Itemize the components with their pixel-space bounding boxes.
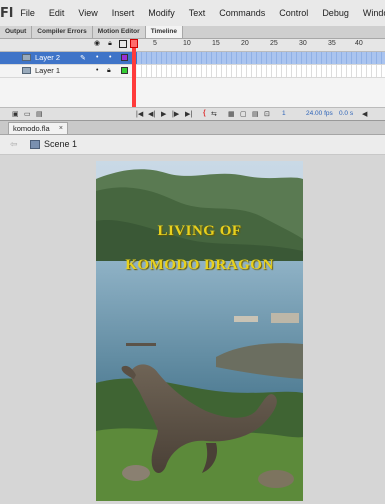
menu-edit[interactable]: Edit [42, 8, 72, 18]
ruler-label: 15 [212, 40, 220, 47]
edit-multiple-frames-icon[interactable]: ▤ [252, 110, 259, 118]
tab-motion-editor[interactable]: Motion Editor [92, 26, 146, 38]
ruler-label: 10 [183, 40, 191, 47]
timeline-panel: ◉ 🔒︎ 1 5 10 15 20 25 30 35 40 Layer 2 ✎ … [0, 39, 385, 121]
menu-window[interactable]: Window [356, 8, 385, 18]
lock-icon[interactable]: 🔒︎ [107, 67, 111, 75]
close-icon[interactable]: × [59, 123, 63, 135]
menu-insert[interactable]: Insert [105, 8, 142, 18]
document-tab[interactable]: komodo.fla × [8, 122, 68, 134]
layer-row-layer-2[interactable]: Layer 2 ✎ • • [0, 52, 385, 65]
playhead-handle[interactable] [130, 39, 138, 48]
ruler-label: 35 [328, 40, 336, 47]
stage-title-line-2: KOMODO DRAGON [125, 257, 274, 273]
ruler-label: 40 [355, 40, 363, 47]
menu-modify[interactable]: Modify [141, 8, 182, 18]
pencil-icon[interactable]: ✎ [80, 54, 86, 62]
step-forward-icon[interactable]: |▶ [172, 110, 179, 118]
scene-label[interactable]: Scene 1 [44, 139, 77, 149]
app-logo: Fl [0, 5, 14, 21]
stage-title-line-1: LIVING OF [157, 223, 242, 239]
menu-debug[interactable]: Debug [315, 8, 356, 18]
menu-bar: Fl File Edit View Insert Modify Text Com… [0, 0, 385, 27]
scroll-left-icon[interactable]: ◀ [362, 110, 367, 118]
stage-canvas[interactable]: LIVING OF KOMODO DRAGON [96, 161, 303, 501]
go-to-last-icon[interactable]: ▶| [185, 110, 192, 118]
menu-commands[interactable]: Commands [212, 8, 272, 18]
loop-icon[interactable]: { [203, 110, 206, 117]
ruler-label: 5 [153, 40, 157, 47]
lock-dot[interactable]: • [109, 54, 111, 61]
frame-cells[interactable] [137, 65, 385, 77]
go-to-first-icon[interactable]: |◀ [136, 110, 143, 118]
document-tab-bar: komodo.fla × [0, 121, 385, 135]
delete-layer-icon[interactable]: ▤ [36, 110, 43, 118]
layer-icon [22, 54, 31, 61]
play-icon[interactable]: ▶ [161, 110, 166, 118]
onion-outline-icon[interactable]: ▢ [240, 110, 247, 118]
visibility-dot[interactable]: • [96, 54, 98, 61]
step-back-icon[interactable]: ◀| [148, 110, 155, 118]
menu-view[interactable]: View [71, 8, 104, 18]
scene-icon [30, 140, 40, 149]
menu-text[interactable]: Text [182, 8, 213, 18]
elapsed-time: 0.0 s [339, 110, 354, 117]
lock-icon[interactable]: 🔒︎ [106, 40, 114, 48]
menu-control[interactable]: Control [272, 8, 315, 18]
ruler-label: 20 [241, 40, 249, 47]
onion-markers-icon[interactable]: ⊡ [264, 110, 270, 118]
timeline-footer: ▣ ▭ ▤ |◀ ◀| ▶ |▶ ▶| { ⇆ ▦ ▢ ▤ ⊡ 1 24.00 … [0, 107, 385, 120]
center-frame-icon[interactable]: ⇆ [211, 110, 217, 118]
visibility-dot[interactable]: • [96, 67, 98, 74]
frame-rate[interactable]: 24.00 fps [306, 110, 333, 117]
komodo-photo [96, 161, 303, 501]
eye-icon[interactable]: ◉ [93, 40, 101, 48]
timeline-header: ◉ 🔒︎ 1 5 10 15 20 25 30 35 40 [0, 39, 385, 52]
frame-cells[interactable] [137, 52, 385, 64]
layer-color-swatch[interactable] [121, 67, 128, 74]
menu-file[interactable]: File [13, 8, 42, 18]
scene-bar: ⇦ Scene 1 [0, 135, 385, 155]
tab-timeline[interactable]: Timeline [145, 26, 183, 38]
panel-tab-bar: Output Compiler Errors Motion Editor Tim… [0, 26, 385, 39]
current-frame[interactable]: 1 [282, 110, 286, 117]
layer-name[interactable]: Layer 1 [35, 66, 60, 75]
new-folder-icon[interactable]: ▭ [24, 110, 31, 118]
tab-output[interactable]: Output [0, 26, 33, 38]
layer-name[interactable]: Layer 2 [35, 53, 60, 62]
new-layer-icon[interactable]: ▣ [12, 110, 19, 118]
outline-icon[interactable] [119, 40, 127, 48]
layer-color-swatch[interactable] [121, 54, 128, 61]
layer-icon [22, 67, 31, 74]
document-tab-label: komodo.fla [13, 124, 50, 133]
ruler-label: 25 [270, 40, 278, 47]
tab-compiler-errors[interactable]: Compiler Errors [32, 26, 93, 38]
layer-row-layer-1[interactable]: Layer 1 • 🔒︎ [0, 65, 385, 78]
onion-skin-icon[interactable]: ▦ [228, 110, 235, 118]
ruler-label: 30 [299, 40, 307, 47]
back-arrow-icon[interactable]: ⇦ [10, 139, 18, 150]
